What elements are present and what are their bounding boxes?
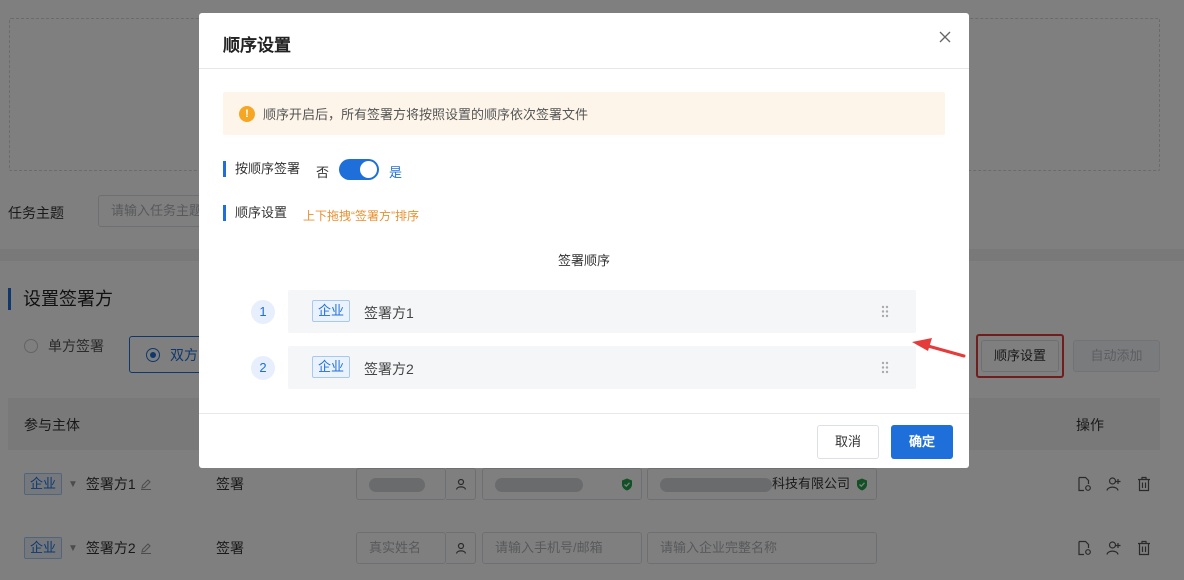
order-settings-dialog: 顺序设置 ! 顺序开启后，所有签署方将按照设置的顺序依次签署文件 按顺序签署 否… <box>199 13 969 468</box>
annotation-arrow-icon <box>912 338 966 358</box>
drag-hint: 上下拖拽“签署方”排序 <box>303 209 419 223</box>
signer-order-item: 1 企业 签署方1 <box>251 290 916 333</box>
entity-tag: 企业 <box>312 356 351 378</box>
order-number: 2 <box>251 356 275 380</box>
toggle-knob <box>360 161 377 178</box>
switch-off-label: 否 <box>316 165 330 180</box>
draggable-signer-card[interactable]: 企业 签署方1 <box>288 290 916 333</box>
notice-text: 顺序开启后，所有签署方将按照设置的顺序依次签署文件 <box>263 107 589 122</box>
cancel-button[interactable]: 取消 <box>817 425 879 459</box>
close-icon[interactable] <box>937 29 953 45</box>
signer-name: 签署方2 <box>364 361 414 377</box>
sequential-sign-label: 按顺序签署 <box>223 161 300 177</box>
dialog-title: 顺序设置 <box>223 36 291 55</box>
draggable-signer-card[interactable]: 企业 签署方2 <box>288 346 916 389</box>
warning-icon: ! <box>239 105 255 122</box>
signer-name: 签署方1 <box>364 305 414 321</box>
drag-handle-icon[interactable] <box>881 361 889 374</box>
entity-tag: 企业 <box>312 300 351 322</box>
dialog-header-divider <box>199 68 969 69</box>
sequential-sign-toggle[interactable] <box>339 159 379 180</box>
confirm-button[interactable]: 确定 <box>891 425 953 459</box>
order-settings-label: 顺序设置 <box>223 205 287 221</box>
drag-handle-icon[interactable] <box>881 305 889 318</box>
dialog-footer-divider <box>199 413 969 414</box>
order-number: 1 <box>251 300 275 324</box>
signing-order-heading: 签署顺序 <box>557 253 610 268</box>
notice-banner: ! 顺序开启后，所有签署方将按照设置的顺序依次签署文件 <box>223 92 945 135</box>
switch-on-label: 是 <box>389 165 403 180</box>
signer-order-item: 2 企业 签署方2 <box>251 346 916 389</box>
